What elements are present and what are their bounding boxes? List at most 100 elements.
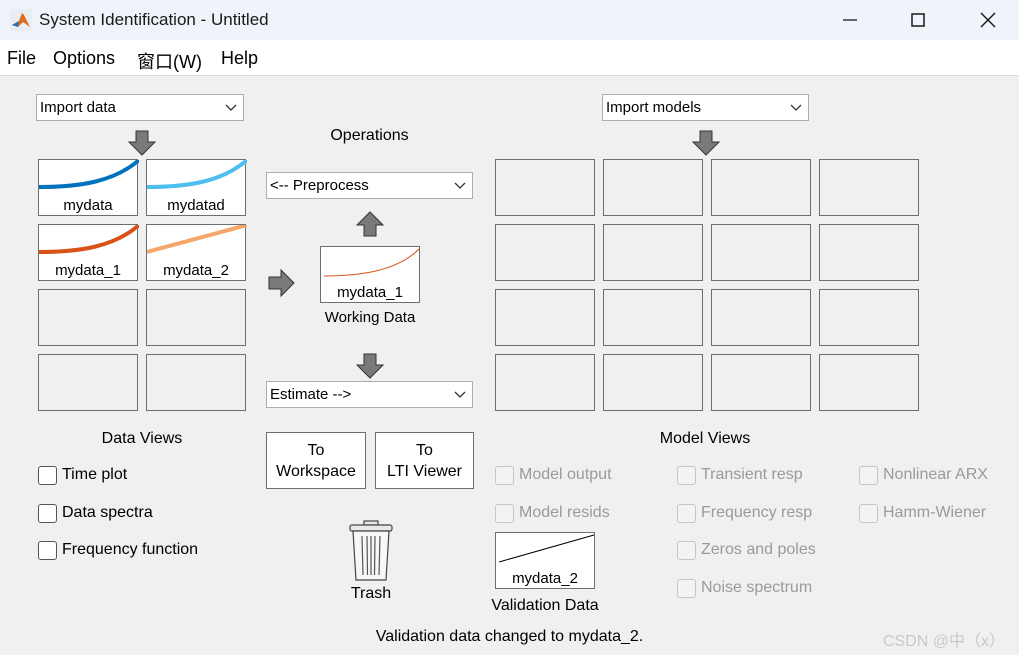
checkbox-box[interactable] <box>495 465 514 485</box>
matlab-logo-icon <box>10 9 32 31</box>
empty-model-slot[interactable] <box>603 289 703 346</box>
checkbox-box[interactable] <box>38 540 57 560</box>
empty-data-slot[interactable] <box>146 354 246 411</box>
menu-window[interactable]: 窗口(W) <box>137 48 202 74</box>
import-data-dropdown[interactable]: Import data <box>36 94 244 121</box>
empty-model-slot[interactable] <box>495 224 595 281</box>
preprocess-label: <-- Preprocess <box>270 177 369 194</box>
empty-model-slot[interactable] <box>819 354 919 411</box>
model-views-label: Model Views <box>659 430 751 447</box>
close-button[interactable] <box>953 0 1019 40</box>
empty-model-slot[interactable] <box>495 289 595 346</box>
checkbox-hamm-wiener[interactable]: Hamm-Wiener <box>859 502 986 524</box>
estimate-dropdown[interactable]: Estimate --> <box>266 381 473 408</box>
checkbox-label: Nonlinear ARX <box>883 466 988 483</box>
checkbox-frequency-function[interactable]: Frequency function <box>38 539 198 561</box>
checkbox-box[interactable] <box>859 503 878 523</box>
empty-data-slot[interactable] <box>38 354 138 411</box>
menu-options[interactable]: Options <box>53 48 115 69</box>
empty-model-slot[interactable] <box>711 224 811 281</box>
title-bar: System Identification - Untitled <box>0 0 1019 40</box>
menu-help[interactable]: Help <box>221 48 258 69</box>
close-icon <box>980 12 996 28</box>
checkbox-zeros-and-poles[interactable]: Zeros and poles <box>677 539 816 561</box>
tile-label: mydata_2 <box>512 570 578 587</box>
empty-model-slot[interactable] <box>495 159 595 216</box>
checkbox-box[interactable] <box>38 465 57 485</box>
checkbox-box[interactable] <box>677 540 696 560</box>
checkbox-data-spectra[interactable]: Data spectra <box>38 502 153 524</box>
data-tile-mydata[interactable]: mydata <box>38 159 139 216</box>
empty-model-slot[interactable] <box>819 159 919 216</box>
working-data-tile[interactable]: mydata_1 <box>320 246 420 303</box>
import-models-dropdown[interactable]: Import models <box>602 94 809 121</box>
tile-label: mydata_1 <box>55 262 121 279</box>
data-views-label: Data Views <box>101 430 183 447</box>
checkbox-box[interactable] <box>495 503 514 523</box>
empty-model-slot[interactable] <box>603 354 703 411</box>
checkbox-box[interactable] <box>859 465 878 485</box>
right-arrow-icon <box>268 268 295 298</box>
checkbox-box[interactable] <box>677 465 696 485</box>
main-panel: Import data mydata mydatad mydata_1 myda… <box>0 77 1019 655</box>
chevron-down-icon <box>225 104 237 111</box>
validation-data-tile[interactable]: mydata_2 <box>495 532 595 589</box>
checkbox-label: Model output <box>519 466 612 483</box>
empty-model-slot[interactable] <box>711 159 811 216</box>
checkbox-frequency-resp[interactable]: Frequency resp <box>677 502 812 524</box>
checkbox-label: Model resids <box>519 504 610 521</box>
checkbox-label: Data spectra <box>62 504 153 521</box>
maximize-icon <box>911 13 925 27</box>
checkbox-label: Zeros and poles <box>701 541 816 558</box>
empty-model-slot[interactable] <box>603 159 703 216</box>
checkbox-box[interactable] <box>677 578 696 598</box>
preprocess-dropdown[interactable]: <-- Preprocess <box>266 172 473 199</box>
button-label-line1: To <box>307 442 325 459</box>
working-data-caption: Working Data <box>324 309 416 326</box>
empty-model-slot[interactable] <box>711 354 811 411</box>
menu-bar: File Options 窗口(W) Help <box>0 40 1019 76</box>
button-label-line1: To <box>416 442 433 459</box>
up-arrow-icon <box>355 211 385 237</box>
tile-label: mydata <box>63 197 113 214</box>
to-workspace-button[interactable]: To Workspace <box>266 432 366 489</box>
checkbox-transient-resp[interactable]: Transient resp <box>677 464 803 486</box>
estimate-label: Estimate --> <box>270 386 352 403</box>
checkbox-time-plot[interactable]: Time plot <box>38 464 127 486</box>
checkbox-label: Time plot <box>62 466 128 483</box>
empty-data-slot[interactable] <box>146 289 246 346</box>
empty-model-slot[interactable] <box>603 224 703 281</box>
empty-model-slot[interactable] <box>819 289 919 346</box>
data-tile-mydata-2[interactable]: mydata_2 <box>146 224 247 281</box>
data-tile-mydata-1[interactable]: mydata_1 <box>38 224 139 281</box>
checkbox-label: Hamm-Wiener <box>883 504 987 521</box>
checkbox-model-output[interactable]: Model output <box>495 464 612 486</box>
checkbox-box[interactable] <box>38 503 57 523</box>
checkbox-noise-spectrum[interactable]: Noise spectrum <box>677 577 812 599</box>
chevron-down-icon <box>454 182 466 189</box>
empty-model-slot[interactable] <box>495 354 595 411</box>
window-title: System Identification - Untitled <box>39 10 269 29</box>
import-models-label: Import models <box>606 99 702 116</box>
watermark: CSDN @中（x） <box>882 633 1005 650</box>
maximize-button[interactable] <box>883 0 953 40</box>
down-arrow-icon <box>355 353 385 379</box>
data-tile-mydatad[interactable]: mydatad <box>146 159 247 216</box>
empty-model-slot[interactable] <box>819 224 919 281</box>
trash-icon[interactable] <box>348 520 394 582</box>
checkbox-nonlinear-arx[interactable]: Nonlinear ARX <box>859 464 988 486</box>
minimize-button[interactable] <box>815 0 885 40</box>
down-arrow-icon <box>127 130 157 156</box>
import-data-label: Import data <box>40 99 116 116</box>
empty-data-slot[interactable] <box>38 289 138 346</box>
minimize-icon <box>843 19 857 21</box>
chevron-down-icon <box>454 391 466 398</box>
checkbox-box[interactable] <box>677 503 696 523</box>
tile-label: mydata_1 <box>337 284 403 301</box>
checkbox-label: Frequency resp <box>701 504 813 521</box>
checkbox-model-resids[interactable]: Model resids <box>495 502 610 524</box>
trash-label: Trash <box>350 585 392 602</box>
empty-model-slot[interactable] <box>711 289 811 346</box>
to-lti-viewer-button[interactable]: To LTI Viewer <box>375 432 474 489</box>
menu-file[interactable]: File <box>7 48 36 69</box>
